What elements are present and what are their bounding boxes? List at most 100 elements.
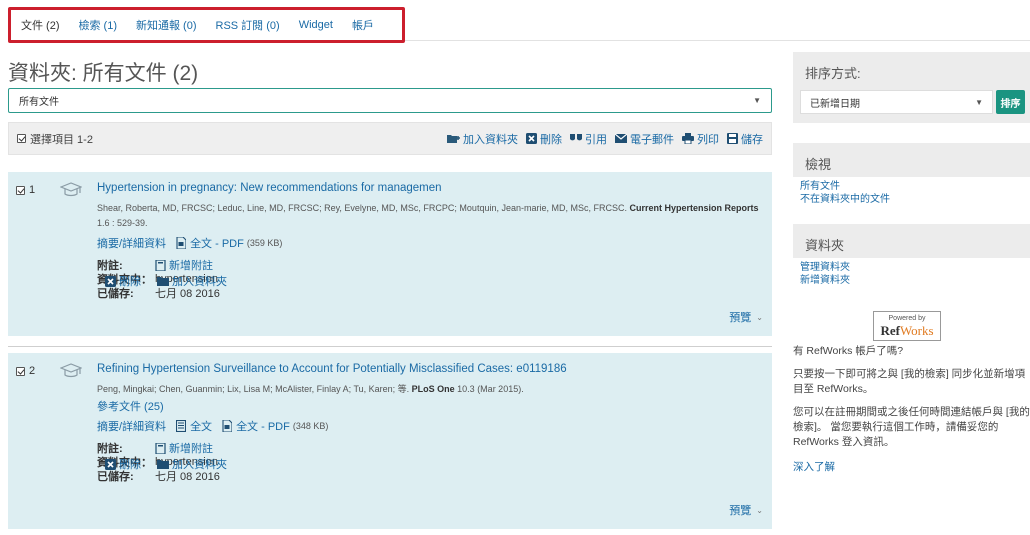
- folder-select-value: 所有文件: [19, 97, 59, 108]
- checkbox-icon: [17, 134, 26, 143]
- refworks-question: 有 RefWorks 帳戶了嗎?: [793, 345, 904, 357]
- note-add-icon: [155, 259, 166, 271]
- refworks-logo: Powered by RefWorks: [873, 311, 941, 341]
- caret-down-icon: ▼: [975, 97, 983, 107]
- envelope-icon: [615, 134, 627, 143]
- citation-detail: 10.3 (Mar 2015).: [454, 384, 524, 394]
- record-number: 2: [29, 365, 36, 377]
- tab-divider: [405, 40, 1030, 41]
- caret-down-icon: ▼: [753, 96, 761, 105]
- delete-icon: [105, 458, 116, 470]
- journal-name: Current Hypertension Reports: [629, 203, 759, 213]
- manage-folders-link[interactable]: 管理資料夾: [800, 261, 850, 274]
- record-actions: 刪除 加入資料夾: [105, 456, 243, 472]
- view-panel-header: 檢視: [793, 143, 1030, 177]
- floppy-disk-icon: [727, 133, 738, 144]
- record-delete-button[interactable]: 刪除: [105, 273, 141, 289]
- printer-icon: [682, 133, 694, 144]
- scholarly-journal-icon: [60, 363, 82, 378]
- record-item: 2 Refining Hypertension Surveillance to …: [8, 353, 772, 529]
- tab-alerts[interactable]: 新知通報 (0): [136, 17, 197, 33]
- folder-select[interactable]: 所有文件 ▼: [8, 88, 772, 113]
- page-title: 資料夾: 所有文件 (2): [8, 62, 199, 85]
- record-title-link[interactable]: Hypertension in pregnancy: New recommend…: [97, 182, 764, 194]
- sort-heading: 排序方式:: [805, 66, 861, 81]
- save-button[interactable]: 儲存: [727, 131, 763, 147]
- chevron-down-icon: ⌄: [756, 505, 763, 515]
- record-checkbox[interactable]: 2: [16, 365, 35, 377]
- document-icon: [176, 420, 187, 432]
- record-add-folder-button[interactable]: 加入資料夾: [157, 273, 227, 289]
- record-title-link[interactable]: Refining Hypertension Surveillance to Ac…: [97, 363, 764, 375]
- record-links: 摘要/詳細資料 全文 - PDF (359 KB): [97, 235, 764, 251]
- record-authors: Shear, Roberta, MD, FRCSC; Leduc, Line, …: [97, 203, 759, 228]
- results-toolbar: 選擇項目 1-2 加入資料夾 刪除 引用 電子郵件 列印 儲存: [8, 122, 772, 155]
- fulltext-html-link[interactable]: 全文: [176, 418, 212, 434]
- journal-name: PLoS One: [411, 384, 455, 394]
- pdf-icon: [176, 237, 187, 249]
- view-links: 所有文件 不在資料夾中的文件: [800, 180, 890, 206]
- pdf-size: (359 KB): [246, 238, 283, 248]
- folder-icon: [157, 460, 169, 469]
- tab-widget[interactable]: Widget: [299, 19, 333, 31]
- bulk-actions: 加入資料夾 刪除 引用 電子郵件 列印 儲存: [439, 131, 763, 147]
- sort-select[interactable]: 已新增日期 ▼: [800, 90, 993, 114]
- fulltext-pdf-link[interactable]: 全文 - PDF (359 KB): [176, 235, 282, 251]
- print-button[interactable]: 列印: [682, 131, 719, 147]
- quote-icon: [570, 133, 582, 140]
- note-add-icon: [155, 442, 166, 454]
- sort-select-value: 已新增日期: [810, 98, 860, 110]
- learn-more-link[interactable]: 深入了解: [793, 460, 835, 475]
- select-all-label: 選擇項目 1-2: [30, 133, 93, 146]
- email-button[interactable]: 電子郵件: [615, 131, 674, 147]
- checkbox-icon: [16, 185, 25, 195]
- record-links: 摘要/詳細資料 全文 全文 - PDF (348 KB): [97, 418, 764, 434]
- citation-detail: 1.6 : 529-39.: [97, 218, 148, 228]
- sort-button[interactable]: 排序: [996, 90, 1025, 114]
- record-add-folder-button[interactable]: 加入資料夾: [157, 456, 227, 472]
- new-folder-link[interactable]: 新增資料夾: [800, 274, 850, 287]
- record-number: 1: [29, 184, 36, 196]
- folder-links: 管理資料夾 新增資料夾: [800, 261, 850, 287]
- add-note-link[interactable]: 新增附註: [155, 257, 213, 273]
- preview-toggle[interactable]: 預覽 ⌄: [729, 309, 763, 325]
- tab-searches[interactable]: 檢索 (1): [79, 17, 118, 33]
- folder-panel-header: 資料夾: [793, 224, 1030, 258]
- select-all-checkbox[interactable]: 選擇項目 1-2: [17, 131, 93, 147]
- delete-button[interactable]: 刪除: [526, 131, 562, 147]
- checkbox-icon: [16, 366, 25, 376]
- tab-account[interactable]: 帳戶: [352, 17, 374, 33]
- record-body: Refining Hypertension Surveillance to Ac…: [97, 353, 764, 483]
- tab-documents[interactable]: 文件 (2): [21, 17, 60, 33]
- add-note-link[interactable]: 新增附註: [155, 440, 213, 456]
- view-all-documents-link[interactable]: 所有文件: [800, 180, 890, 193]
- abstract-link[interactable]: 摘要/詳細資料: [97, 418, 166, 434]
- refworks-sync-text: 只要按一下即可將之與 [我的檢索] 同步化並新增項目至 RefWorks。: [793, 368, 1026, 395]
- record-authors: Peng, Mingkai; Chen, Guanmin; Lix, Lisa …: [97, 384, 524, 394]
- references-link[interactable]: 參考文件 (25): [97, 398, 764, 414]
- pdf-icon: [222, 420, 233, 432]
- chevron-down-icon: ⌄: [756, 312, 763, 322]
- record-item: 1 Hypertension in pregnancy: New recomme…: [8, 172, 772, 336]
- add-to-folder-button[interactable]: 加入資料夾: [447, 131, 518, 147]
- pdf-size: (348 KB): [292, 421, 329, 431]
- view-unfiled-link[interactable]: 不在資料夾中的文件: [800, 193, 890, 206]
- record-divider: [8, 346, 772, 347]
- tab-rss[interactable]: RSS 訂閱 (0): [216, 17, 280, 33]
- scholarly-journal-icon: [60, 182, 82, 197]
- powered-by-text: Powered by: [888, 315, 926, 322]
- delete-icon: [105, 275, 116, 287]
- folder-heading: 資料夾: [805, 238, 845, 253]
- fulltext-pdf-link[interactable]: 全文 - PDF (348 KB): [222, 418, 328, 434]
- record-checkbox[interactable]: 1: [16, 184, 35, 196]
- record-delete-button[interactable]: 刪除: [105, 456, 141, 472]
- tab-bar: 文件 (2) 檢索 (1) 新知通報 (0) RSS 訂閱 (0) Widget…: [8, 7, 405, 43]
- abstract-link[interactable]: 摘要/詳細資料: [97, 235, 166, 251]
- view-heading: 檢視: [805, 157, 832, 172]
- refworks-link-text: 您可以在註冊期間或之後任何時間連結帳戶與 [我的檢索]。 當您要執行這個工作時，…: [793, 406, 1030, 448]
- record-body: Hypertension in pregnancy: New recommend…: [97, 172, 764, 300]
- folder-add-icon: [447, 135, 460, 143]
- record-actions: 刪除 加入資料夾: [105, 273, 243, 289]
- cite-button[interactable]: 引用: [570, 131, 607, 147]
- preview-toggle[interactable]: 預覽 ⌄: [729, 502, 763, 518]
